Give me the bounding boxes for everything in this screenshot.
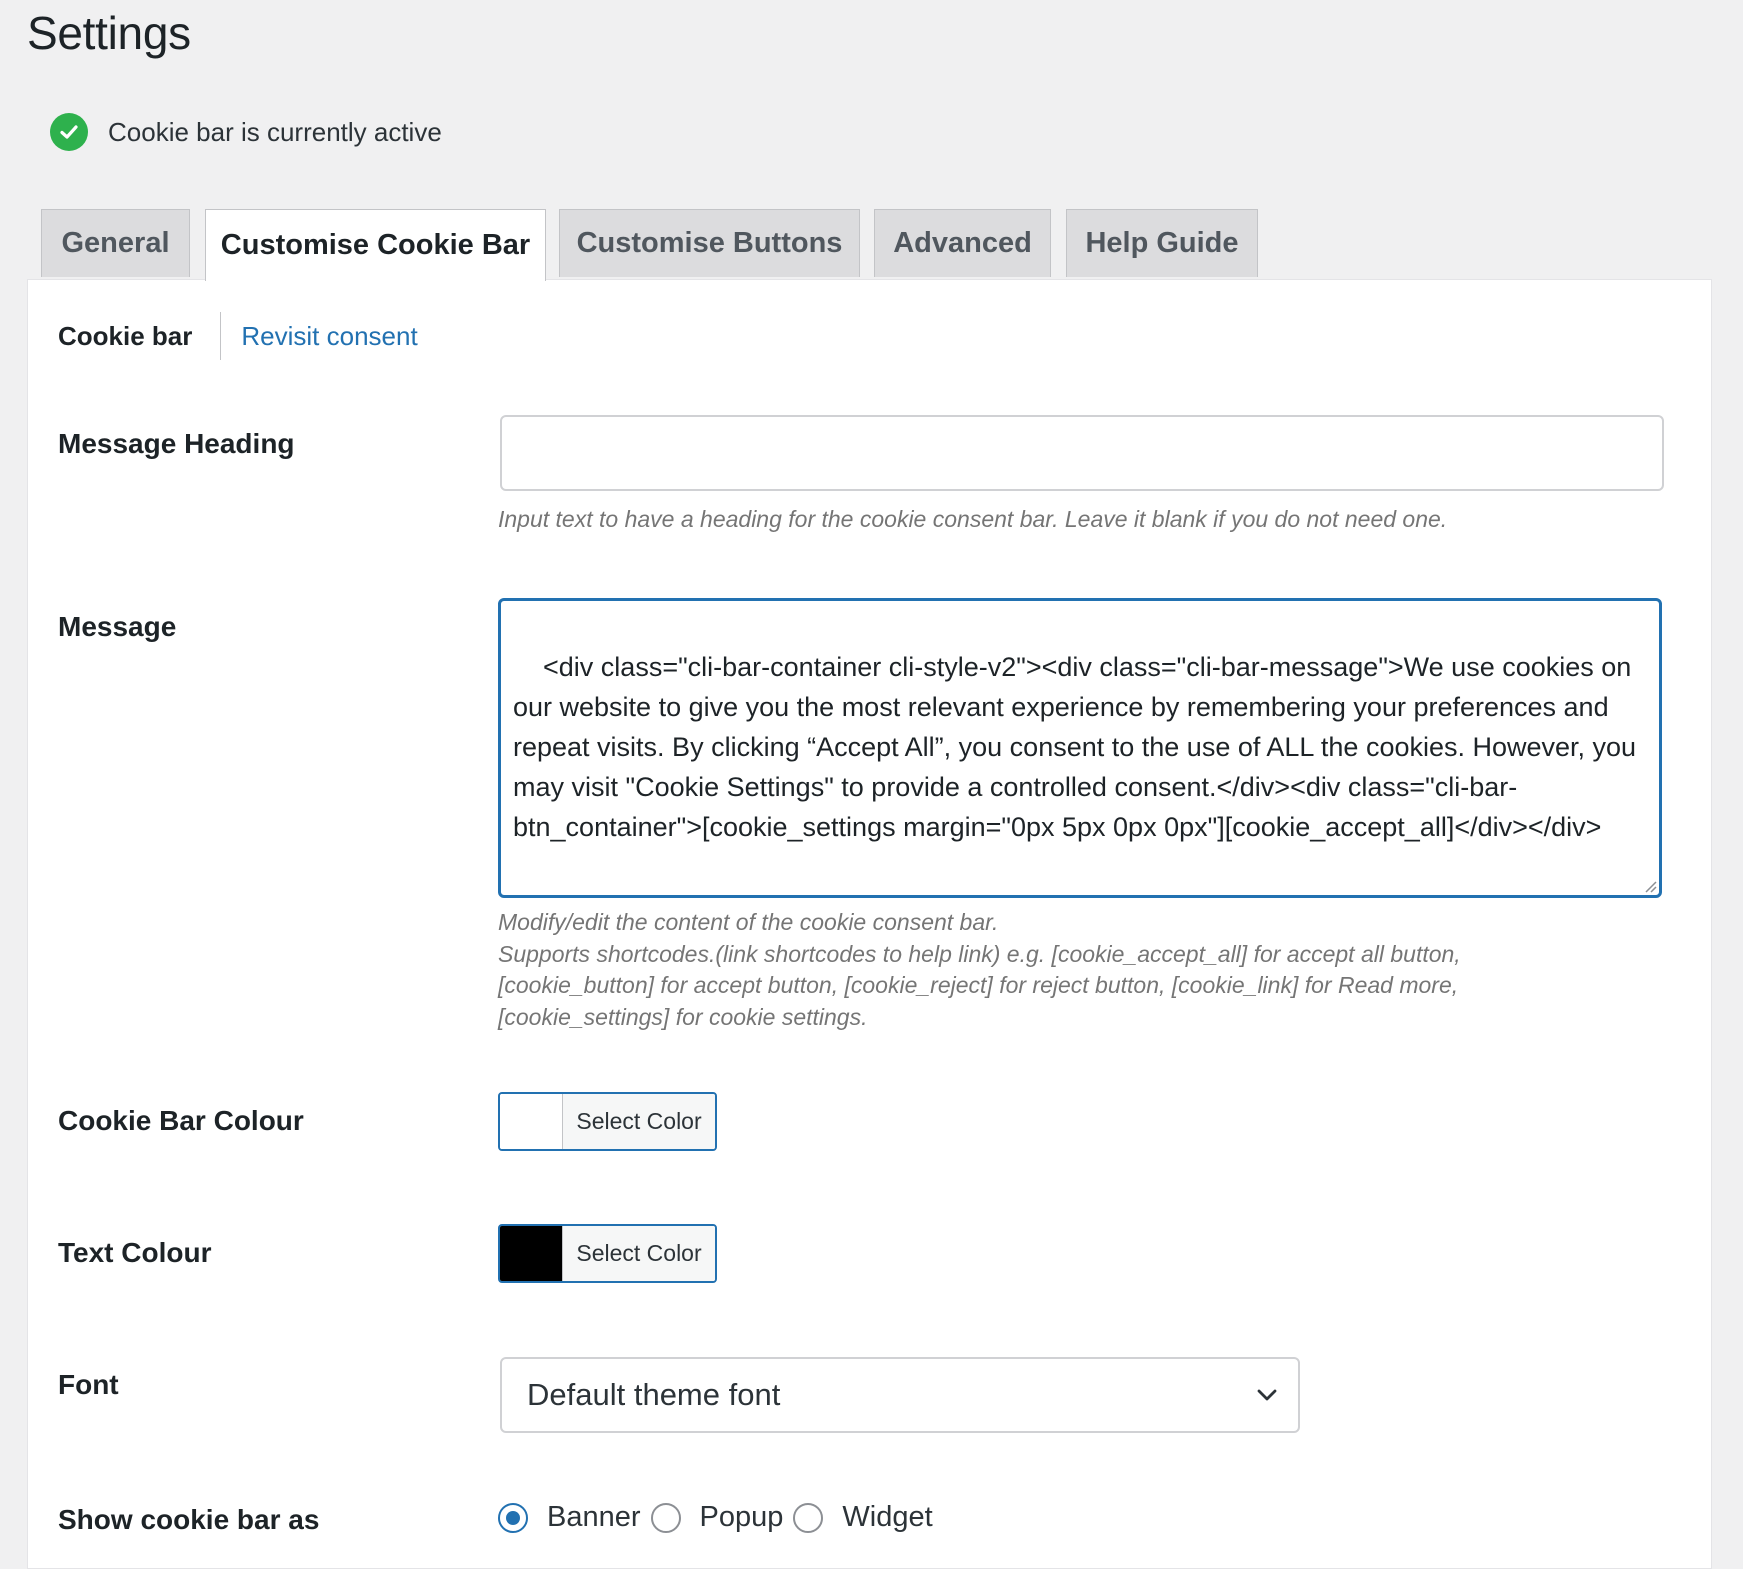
resize-handle-icon[interactable]: [1641, 877, 1657, 893]
message-help-line: Supports shortcodes.(link shortcodes to …: [498, 940, 1461, 967]
show-as-radio-group: Banner Popup Widget: [498, 1501, 943, 1534]
radio-banner[interactable]: [498, 1502, 528, 1533]
status-notice: Cookie bar is currently active: [50, 113, 442, 151]
message-help: Modify/edit the content of the cookie co…: [498, 907, 1461, 1033]
text-colour-label: Text Colour: [58, 1237, 212, 1268]
radio-popup-label[interactable]: Popup: [700, 1501, 784, 1534]
show-cookie-bar-as-label: Show cookie bar as: [58, 1504, 320, 1535]
message-text: <div class="cli-bar-container cli-style-…: [513, 652, 1644, 842]
message-textarea[interactable]: <div class="cli-bar-container cli-style-…: [498, 598, 1662, 898]
message-help-line: Modify/edit the content of the cookie co…: [498, 909, 999, 935]
radio-popup[interactable]: [650, 1502, 681, 1533]
radio-checked-dot: [506, 1510, 520, 1525]
message-heading-label: Message Heading: [58, 428, 295, 459]
message-help-line: [cookie_button] for accept button, [cook…: [498, 972, 1459, 998]
cookie-bar-colour-label: Cookie Bar Colour: [58, 1105, 304, 1136]
radio-widget-label[interactable]: Widget: [842, 1501, 932, 1534]
font-label: Font: [58, 1369, 119, 1400]
check-circle-icon: [50, 113, 88, 151]
tab-customise-cookie-bar[interactable]: Customise Cookie Bar: [205, 209, 546, 281]
tab-advanced[interactable]: Advanced: [874, 209, 1051, 277]
radio-banner-label[interactable]: Banner: [547, 1501, 641, 1534]
chevron-down-icon: [1257, 1389, 1277, 1401]
subnav-current: Cookie bar: [58, 320, 193, 351]
message-heading-input[interactable]: [500, 415, 1664, 491]
cookie-bar-colour-picker[interactable]: Select Color: [498, 1092, 717, 1151]
message-heading-help: Input text to have a heading for the coo…: [498, 506, 1448, 532]
subnav-divider: [220, 312, 222, 360]
tab-help-guide[interactable]: Help Guide: [1066, 209, 1258, 277]
colour-swatch: [500, 1094, 563, 1149]
status-text: Cookie bar is currently active: [108, 116, 442, 147]
tab-customise-buttons[interactable]: Customise Buttons: [559, 209, 860, 277]
message-help-line: [cookie_settings] for cookie settings.: [498, 1003, 868, 1030]
font-selected-value: Default theme font: [527, 1377, 781, 1412]
colour-swatch: [500, 1226, 563, 1281]
revisit-consent-link[interactable]: Revisit consent: [241, 321, 417, 352]
radio-widget[interactable]: [793, 1502, 824, 1533]
page-title: Settings: [27, 7, 191, 59]
select-color-button[interactable]: Select Color: [563, 1226, 715, 1281]
settings-panel: Cookie bar Revisit consent Message Headi…: [27, 279, 1712, 1569]
font-select[interactable]: Default theme font: [500, 1357, 1300, 1433]
message-label: Message: [58, 611, 177, 642]
subnav: Cookie bar Revisit consent: [58, 312, 418, 360]
tab-general[interactable]: General: [41, 209, 190, 277]
text-colour-picker[interactable]: Select Color: [498, 1224, 717, 1283]
select-color-button[interactable]: Select Color: [563, 1094, 715, 1149]
